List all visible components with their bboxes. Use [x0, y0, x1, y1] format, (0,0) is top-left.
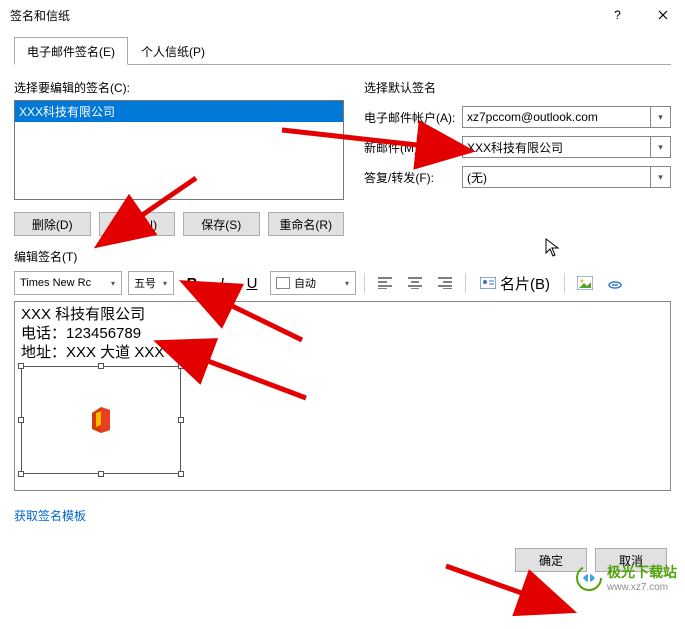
annotation-arrow — [0, 0, 685, 629]
cursor-icon — [545, 238, 561, 263]
watermark-url: www.xz7.com — [607, 582, 677, 593]
watermark-logo-icon — [575, 564, 603, 592]
watermark: 极光下载站 www.xz7.com — [575, 562, 677, 593]
watermark-name: 极光下载站 — [607, 562, 677, 582]
